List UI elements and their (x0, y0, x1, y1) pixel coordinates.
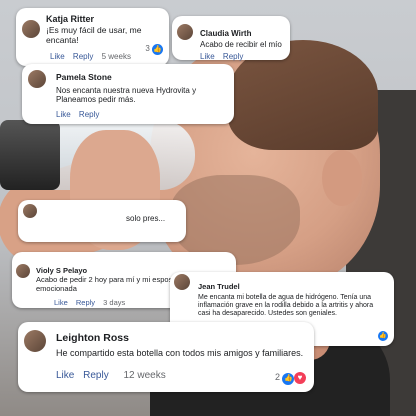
comment-time: 5 weeks (101, 52, 131, 61)
like-link[interactable]: Like (50, 52, 65, 61)
reaction-count: 2 (274, 372, 280, 382)
comment-text: ¡Es muy fácil de usar, me encanta! (46, 25, 142, 45)
avatar[interactable] (23, 204, 37, 218)
like-icon: 👍 (152, 44, 163, 55)
comment-time: 3 days (103, 298, 126, 307)
love-icon: ♥ (294, 372, 306, 384)
like-link[interactable]: Like (200, 52, 215, 61)
reply-link[interactable]: Reply (76, 298, 95, 307)
reply-link[interactable]: Reply (79, 110, 99, 119)
like-icon: 👍 (282, 373, 295, 385)
commenter-name[interactable]: Claudia Wirth (200, 29, 251, 38)
avatar[interactable] (28, 70, 46, 88)
comment-actions: Like Reply (200, 52, 249, 61)
commenter-name[interactable]: Katja Ritter (46, 14, 94, 24)
comment-card: Katja Ritter ¡Es muy fácil de usar, me e… (16, 8, 169, 66)
like-link[interactable]: Like (56, 110, 71, 119)
bottle-cap (0, 120, 60, 190)
commenter-name[interactable]: Violy S Pelayo (36, 266, 87, 275)
like-link[interactable]: Like (56, 370, 74, 381)
like-link[interactable]: Like (54, 298, 68, 307)
commenter-name[interactable]: Leighton Ross (56, 332, 129, 344)
avatar[interactable] (177, 24, 193, 40)
avatar[interactable] (22, 20, 40, 38)
reaction-count: 3 (145, 44, 150, 53)
comment-card: Claudia Wirth Acabo de recibir el mío Li… (172, 16, 290, 61)
comment-card: Leighton Ross He compartido esta botella… (18, 322, 314, 392)
reply-link[interactable]: Reply (83, 370, 109, 381)
comment-card: solo pres... (18, 200, 186, 242)
reaction-summary[interactable]: 3 👍 (145, 44, 163, 55)
comment-actions: Like Reply 5 weeks (50, 52, 131, 61)
like-icon: 👍 (378, 331, 388, 341)
comment-text: He compartido esta botella con todos mis… (56, 348, 304, 358)
comment-text: Nos encanta nuestra nueva Hydrovita y Pl… (56, 86, 197, 105)
comment-card: Pamela Stone Nos encanta nuestra nueva H… (22, 64, 234, 124)
avatar[interactable] (16, 264, 30, 278)
avatar[interactable] (174, 274, 190, 290)
reply-link[interactable]: Reply (223, 52, 243, 61)
reply-link[interactable]: Reply (73, 52, 93, 61)
reaction-summary[interactable]: 2 👍 ♥ (275, 372, 306, 385)
comment-actions: Like Reply 3 days (54, 298, 125, 307)
reaction-summary[interactable]: 👍 (378, 324, 388, 342)
commenter-name[interactable]: Jean Trudel (198, 282, 240, 291)
comment-text: Acabo de recibir el mío (200, 40, 282, 49)
man-ear (322, 150, 362, 206)
comment-text: solo pres... (126, 214, 166, 223)
comment-actions: Like Reply (56, 110, 105, 119)
commenter-name[interactable]: Pamela Stone (56, 72, 112, 82)
comment-actions: Like Reply 12 weeks (56, 370, 166, 381)
comment-text: Me encanta mi botella de agua de hidróge… (198, 294, 374, 318)
avatar[interactable] (24, 330, 46, 352)
comment-time: 12 weeks (123, 370, 166, 381)
